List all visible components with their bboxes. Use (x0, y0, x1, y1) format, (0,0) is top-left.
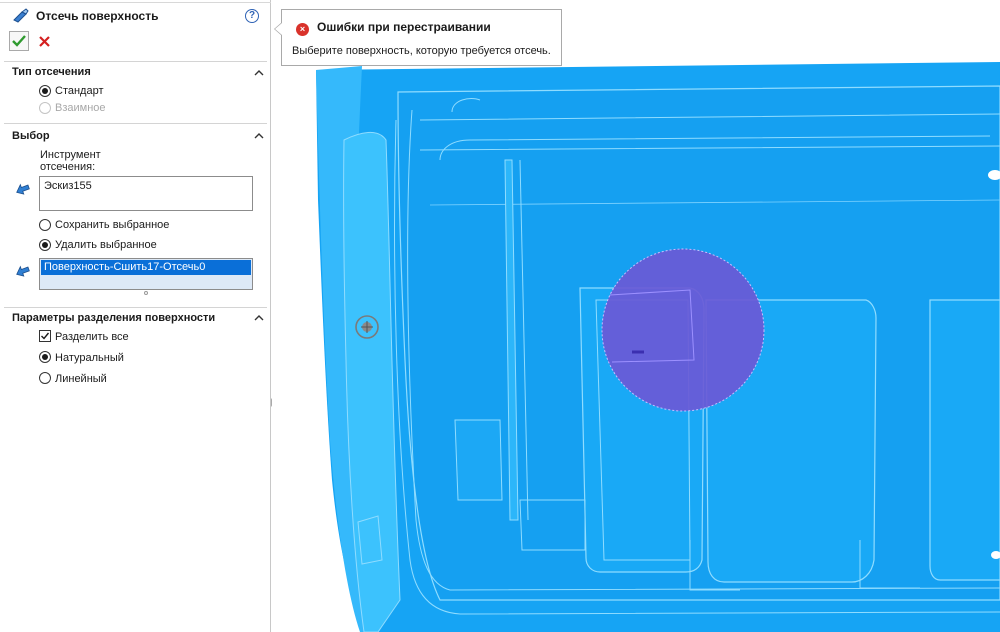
error-circle-icon: × (296, 23, 309, 36)
selection-arrow-icon (16, 265, 30, 277)
tooltip-tail-fill (275, 23, 282, 35)
radio-remove-selections[interactable] (39, 239, 51, 251)
radio-mutual (39, 102, 51, 114)
radio-keep-selections-label: Сохранить выбранное (55, 219, 170, 231)
panel-title: Отсечь поверхность (36, 9, 159, 23)
split-all-label: Разделить все (55, 331, 129, 343)
section-divider (4, 307, 267, 308)
section-divider (4, 61, 267, 62)
collapse-chevron-icon[interactable] (254, 314, 264, 322)
radio-remove-selections-label: Удалить выбранное (55, 239, 157, 251)
panel-top-border (0, 0, 271, 3)
section-divider (4, 123, 267, 124)
trim-surface-icon (13, 8, 29, 23)
property-manager-panel: Отсечь поверхность ? Тип отсечения Станд… (0, 0, 271, 632)
split-all-checkbox[interactable] (39, 330, 51, 342)
radio-linear[interactable] (39, 372, 51, 384)
ok-button[interactable] (9, 31, 29, 51)
list-item[interactable]: Поверхность-Сшить17-Отсечь0 (41, 260, 251, 275)
pieces-listbox[interactable]: Поверхность-Сшить17-Отсечь0 (39, 258, 253, 290)
listbox-resize-handle[interactable] (144, 291, 148, 295)
red-x-icon (39, 36, 50, 47)
tooltip-title: Ошибки при перестраивании (317, 20, 491, 34)
split-options-heading: Параметры разделения поверхности (12, 312, 216, 324)
collapse-chevron-icon[interactable] (254, 132, 264, 140)
tooltip-message: Выберите поверхность, которую требуется … (292, 45, 551, 57)
panel-title-bar: Отсечь поверхность ? (0, 6, 271, 28)
model-surface-render (316, 62, 1000, 632)
rebuild-error-tooltip: × Ошибки при перестраивании Выберите пов… (274, 9, 562, 66)
graphics-viewport[interactable] (272, 0, 1000, 632)
collapse-chevron-icon[interactable] (254, 69, 264, 77)
radio-natural-label: Натуральный (55, 352, 124, 364)
radio-natural[interactable] (39, 351, 51, 363)
radio-mutual-label: Взаимное (55, 102, 106, 114)
radio-standard-label: Стандарт (55, 85, 104, 97)
radio-linear-label: Линейный (55, 373, 107, 385)
trim-type-heading: Тип отсечения (12, 66, 91, 78)
selection-heading: Выбор (12, 130, 50, 142)
help-icon[interactable]: ? (245, 9, 259, 23)
cancel-button[interactable] (37, 32, 53, 50)
green-check-icon (12, 35, 26, 47)
trim-tool-label-line2: отсечения: (40, 161, 96, 173)
trim-tool-label-line1: Инструмент (40, 149, 101, 161)
radio-standard[interactable] (39, 85, 51, 97)
checkmark-icon (41, 332, 50, 340)
selection-arrow-icon (16, 183, 30, 195)
trim-tool-field[interactable]: Эскиз155 (39, 176, 253, 211)
radio-keep-selections[interactable] (39, 219, 51, 231)
